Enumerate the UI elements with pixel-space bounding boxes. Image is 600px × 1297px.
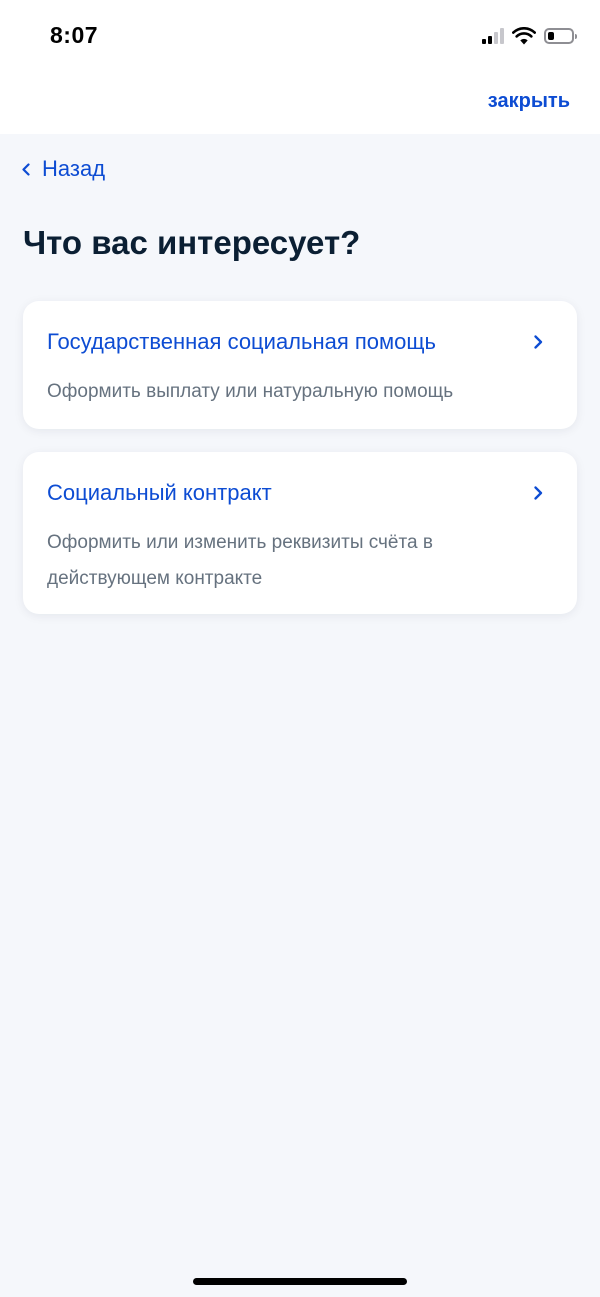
top-bar: 8:07 закрыть: [0, 0, 600, 134]
page-title: Что вас интересует?: [23, 224, 361, 261]
option-description: Оформить или изменить реквизиты счёта в …: [47, 532, 433, 589]
option-title: Социальный контракт: [47, 480, 272, 505]
back-label: Назад: [42, 156, 106, 181]
close-button[interactable]: закрыть: [488, 90, 570, 113]
option-card-social-contract[interactable]: Социальный контракт Оформить или изменит…: [23, 452, 577, 614]
battery-level: [548, 32, 554, 40]
chevron-right-icon: [534, 335, 543, 349]
status-icons: [482, 24, 577, 48]
option-card-state-social-aid[interactable]: Государственная социальная помощь Оформи…: [23, 301, 577, 429]
option-description: Оформить выплату или натуральную помощь: [47, 381, 454, 402]
wifi-icon: [512, 27, 536, 45]
back-button[interactable]: Назад: [22, 156, 105, 182]
chevron-right-icon: [534, 486, 543, 500]
home-indicator[interactable]: [193, 1278, 407, 1285]
status-time: 8:07: [50, 22, 99, 48]
signal-icon: [482, 28, 504, 44]
chevron-left-icon: [22, 162, 30, 176]
option-title: Государственная социальная помощь: [47, 329, 436, 354]
battery-icon: [544, 28, 577, 44]
